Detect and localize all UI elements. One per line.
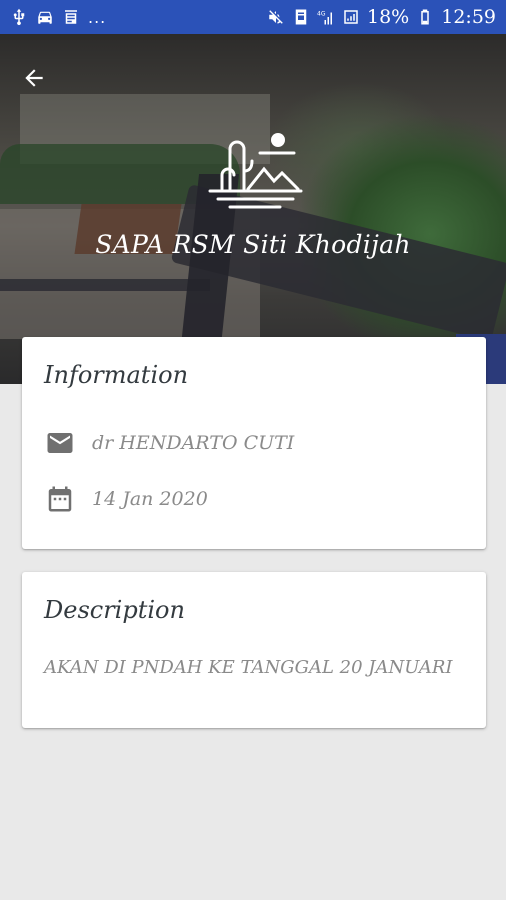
header-banner: SAPA RSM Siti Khodijah (0, 34, 506, 384)
signal-icon: 4G (317, 8, 335, 26)
signal-box-icon (342, 8, 360, 26)
usb-icon (10, 8, 28, 26)
calendar-icon (44, 483, 76, 515)
status-bar: ... 4G 18% 12:59 (0, 0, 506, 34)
more-notifications-indicator: ... (88, 7, 107, 27)
information-title: Information (44, 361, 189, 389)
back-button[interactable] (14, 58, 54, 98)
email-icon (44, 427, 76, 459)
battery-percent: 18% (367, 6, 410, 28)
landscape-logo-icon (208, 133, 303, 209)
banner-background-rail-lower (0, 279, 210, 291)
mute-icon (267, 8, 285, 26)
car-icon (36, 8, 54, 26)
email-row: dr HENDARTO CUTI (44, 427, 294, 459)
clock: 12:59 (441, 6, 496, 28)
news-icon (62, 8, 80, 26)
arrow-left-icon (25, 69, 43, 87)
description-title: Description (44, 596, 185, 624)
date-row: 14 Jan 2020 (44, 483, 208, 515)
status-right: 4G 18% 12:59 (267, 6, 496, 28)
description-card: Description AKAN DI PNDAH KE TANGGAL 20 … (22, 572, 486, 728)
email-text: dr HENDARTO CUTI (92, 432, 295, 454)
app-title: SAPA RSM Siti Khodijah (95, 230, 411, 259)
information-card: Information dr HENDARTO CUTI 14 Jan 2020 (22, 337, 486, 549)
svg-text:4G: 4G (317, 11, 326, 18)
description-text: AKAN DI PNDAH KE TANGGAL 20 JANUARI (44, 657, 453, 678)
phone-icon (292, 8, 310, 26)
status-left: ... (10, 8, 106, 27)
battery-icon (416, 8, 434, 26)
date-text: 14 Jan 2020 (92, 488, 208, 510)
